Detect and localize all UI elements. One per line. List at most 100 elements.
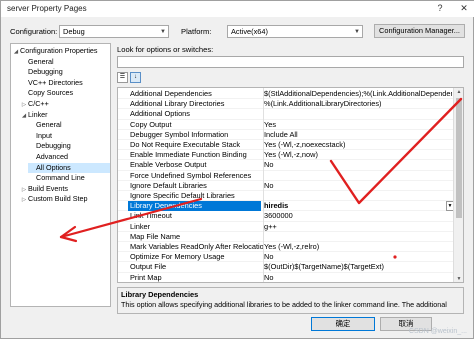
property-row[interactable]: Ignore Default Libraries No [118,181,453,191]
property-row[interactable]: Linker g++ [118,222,453,232]
tree-item[interactable]: Debugging [20,67,63,77]
scroll-down-icon[interactable]: ▼ [454,275,463,282]
property-name: Link Timeout [130,211,172,221]
property-name: Enable Verbose Output [130,160,207,170]
property-name: Additional Options [130,109,190,119]
property-value: Yes (-Wl,-z,now) [264,150,318,160]
tree-item[interactable]: VC++ Directories [20,78,83,88]
property-row[interactable]: Additional Library Directories %(Link.Add… [118,99,453,110]
property-name: Print Map [130,272,162,282]
description-text: This option allows specifying additional… [121,300,447,309]
property-name: Do Not Require Executable Stack [130,140,241,149]
property-row[interactable]: Enable Verbose Output No [118,160,453,171]
property-value: Yes (-Wl,-z,relro) [264,242,320,251]
expand-toggle-icon[interactable]: ◢ [12,47,20,57]
tree-item-label: General [36,120,62,130]
property-row[interactable]: Optimize For Memory Usage No [118,252,453,263]
property-row[interactable]: Enable Immediate Function Binding Yes (-W… [118,150,453,161]
expand-toggle-icon[interactable]: ◢ [20,111,28,121]
tree-item[interactable]: Debugging [28,141,71,151]
ok-button[interactable]: 确定 [311,317,375,331]
configuration-value: Debug [63,27,85,36]
tree-item[interactable]: Command Line [28,173,85,183]
tree-item[interactable]: ◢ Configuration Properties [12,46,98,56]
property-value: $(StlAdditionalDependencies);%(Link.Addi… [264,89,452,98]
tree-item-label: Configuration Properties [20,46,98,55]
property-value: Include All [264,129,298,139]
tree-item-label: Linker [28,109,48,119]
configuration-manager-button[interactable]: Configuration Manager... [374,24,465,38]
property-row[interactable]: Do Not Require Executable Stack Yes (-Wl,… [118,140,453,151]
search-label: Look for options or switches: [117,45,214,54]
window-title: server Property Pages [7,4,87,13]
tree-item-label: VC++ Directories [28,77,83,87]
property-name: Optimize For Memory Usage [130,252,225,262]
tree-item-label: Custom Build Step [28,194,88,204]
tree-item[interactable]: General [28,120,62,130]
expand-toggle-icon[interactable]: ▷ [20,185,28,195]
tree-item[interactable]: Input [28,131,52,141]
property-name: Additional Dependencies [130,89,212,98]
tree-item-label: Debugging [36,141,71,151]
platform-label: Platform: [181,27,212,36]
property-name: Ignore Specific Default Libraries [130,191,235,200]
property-row[interactable]: Print Map No [118,272,453,282]
property-row[interactable]: Mark Variables ReadOnly After Relocation… [118,242,453,253]
tree-item-label: All Options [36,162,71,172]
property-value: No [264,252,274,262]
property-value[interactable]: hiredis [264,201,452,211]
chevron-down-icon: ▼ [354,29,360,35]
property-row[interactable]: Copy Output Yes [118,120,453,130]
property-value: Yes (-Wl,-z,noexecstack) [264,140,346,149]
property-row[interactable]: Output File $(OutDir)$(TargetName)$(Targe… [118,262,453,273]
tree-item-label: Input [36,130,52,140]
expand-toggle-icon[interactable]: ▷ [20,100,28,110]
platform-value: Active(x64) [231,27,268,36]
property-name: Ignore Default Libraries [130,180,207,190]
tree-item[interactable]: All Options [28,162,110,173]
tree-item[interactable]: General [20,57,54,67]
search-input[interactable] [117,56,464,68]
property-name: Mark Variables ReadOnly After Relocation [130,242,263,251]
property-value: 3600000 [264,211,293,221]
tree-item[interactable]: Copy Sources [20,88,73,98]
close-button[interactable]: ✕ [453,1,474,17]
property-row[interactable]: Debugger Symbol Information Include All [118,130,453,140]
scroll-up-icon[interactable]: ▲ [454,88,463,97]
property-value: No [264,180,274,190]
property-value: No [264,272,274,282]
configuration-select[interactable]: Debug ▼ [59,25,169,38]
property-row[interactable]: Library Dependencies hiredis ▼ [118,201,454,212]
tree-item[interactable]: Advanced [28,152,68,162]
help-button[interactable]: ? [429,1,451,17]
tree-item[interactable]: ▷ C/C++ [20,99,49,109]
column-divider[interactable] [263,88,264,282]
property-row[interactable]: Additional Dependencies $(StlAdditionalDe… [118,89,453,100]
sort-icon[interactable]: ☰ [117,72,128,83]
property-row[interactable]: Additional Options [118,109,453,120]
property-row[interactable]: Link Timeout 3600000 [118,211,453,222]
tree-item-label: Command Line [36,173,85,183]
property-grid: Additional Dependencies $(StlAdditionalDe… [117,87,464,283]
property-value: $(OutDir)$(TargetName)$(TargetExt) [264,262,384,272]
vertical-scrollbar[interactable]: ▲ ▼ [453,88,463,282]
platform-select[interactable]: Active(x64) ▼ [227,25,363,38]
description-panel: Library Dependencies This option allows … [117,287,464,314]
tree-item-label: Copy Sources [28,88,74,98]
property-name: Enable Immediate Function Binding [130,150,247,160]
property-name: Copy Output [130,119,172,129]
property-row[interactable]: Ignore Specific Default Libraries [118,191,453,202]
description-title: Library Dependencies [121,290,199,299]
sort-alphabetical-icon[interactable]: ↓ [130,72,141,83]
tree-item[interactable]: ▷ Build Events [20,184,68,194]
property-name: Additional Library Directories [130,99,225,109]
scroll-thumb[interactable] [456,98,462,218]
tree-item[interactable]: ▷ Custom Build Step [20,194,88,204]
property-name: Force Undefined Symbol References [130,170,252,180]
expand-toggle-icon[interactable]: ▷ [20,195,28,205]
property-row[interactable]: Force Undefined Symbol References [118,171,453,181]
property-name: Linker [130,221,151,231]
property-pages-window: server Property Pages ? ✕ Configuration:… [0,0,474,339]
tree-item[interactable]: ◢ Linker [20,110,48,120]
property-row[interactable]: Map File Name [118,232,453,242]
